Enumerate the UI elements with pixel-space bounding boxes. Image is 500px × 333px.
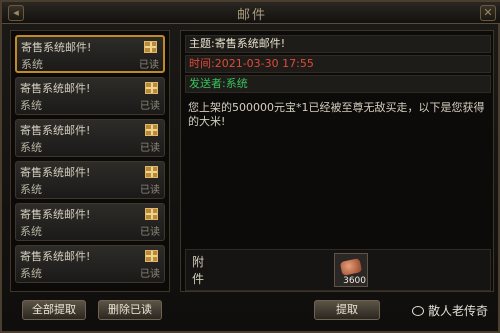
title-bar: ◂ 邮件 ✕ <box>2 2 500 24</box>
watermark-text: 散人老传奇 <box>427 304 488 318</box>
mail-subject: 寄售系统邮件! <box>21 41 92 54</box>
close-icon[interactable]: ✕ <box>480 5 496 21</box>
gift-icon <box>145 82 158 94</box>
attachment-area: 附件 3600 <box>185 249 491 291</box>
wechat-logo-icon <box>411 306 424 316</box>
mail-subject: 寄售系统邮件! <box>20 166 91 179</box>
mail-item[interactable]: 寄售系统邮件! 系统 已读 <box>15 77 165 115</box>
mail-sender-line: 发送者:系统 <box>185 75 491 93</box>
collect-all-button[interactable]: 全部提取 <box>22 300 86 320</box>
mail-status: 已读 <box>139 60 159 71</box>
mail-sender: 系统 <box>20 267 42 280</box>
delete-read-button[interactable]: 删除已读 <box>98 300 162 320</box>
mail-window: ◂ 邮件 ✕ 寄售系统邮件! 系统 已读 寄售系统邮件! 系统 已读 寄售系统邮… <box>0 0 500 333</box>
gift-icon <box>145 166 158 178</box>
rice-item-icon <box>339 258 363 276</box>
mail-status: 已读 <box>140 269 160 280</box>
mail-status: 已读 <box>140 101 160 112</box>
mail-status: 已读 <box>140 185 160 196</box>
mail-sender: 系统 <box>20 99 42 112</box>
mail-sender: 系统 <box>20 183 42 196</box>
mail-body: 您上架的500000元宝*1已经被至尊无敌买走，以下是您获得的大米! <box>188 101 485 128</box>
mail-detail: 主题:寄售系统邮件! 时间:2021-03-30 17:55 发送者:系统 您上… <box>180 30 494 292</box>
mail-subject: 寄售系统邮件! <box>20 82 91 95</box>
window-title: 邮件 <box>236 8 267 23</box>
mail-time-line: 时间:2021-03-30 17:55 <box>185 55 491 73</box>
mail-item[interactable]: 寄售系统邮件! 系统 已读 <box>15 245 165 283</box>
gift-icon <box>144 41 157 53</box>
mail-item[interactable]: 寄售系统邮件! 系统 已读 <box>15 35 165 73</box>
gift-icon <box>145 208 158 220</box>
mail-subject-line: 主题:寄售系统邮件! <box>185 35 491 53</box>
collect-button[interactable]: 提取 <box>314 300 380 320</box>
mail-list: 寄售系统邮件! 系统 已读 寄售系统邮件! 系统 已读 寄售系统邮件! 系统 已… <box>10 30 170 292</box>
mail-item[interactable]: 寄售系统邮件! 系统 已读 <box>15 119 165 157</box>
mail-subject: 寄售系统邮件! <box>20 250 91 263</box>
mail-subject: 寄售系统邮件! <box>20 208 91 221</box>
mail-item[interactable]: 寄售系统邮件! 系统 已读 <box>15 161 165 199</box>
mail-sender: 系统 <box>20 225 42 238</box>
attachment-label: 附件 <box>192 255 205 286</box>
mail-subject: 寄售系统邮件! <box>20 124 91 137</box>
mail-status: 已读 <box>140 143 160 154</box>
gift-icon <box>145 124 158 136</box>
mail-sender: 系统 <box>20 141 42 154</box>
mail-item[interactable]: 寄售系统邮件! 系统 已读 <box>15 203 165 241</box>
gift-icon <box>145 250 158 262</box>
mail-status: 已读 <box>140 227 160 238</box>
attachment-quantity: 3600 <box>343 276 366 286</box>
attachment-item[interactable]: 3600 <box>334 253 368 287</box>
watermark: 散人老传奇 <box>411 302 488 319</box>
mail-sender: 系统 <box>21 58 43 71</box>
